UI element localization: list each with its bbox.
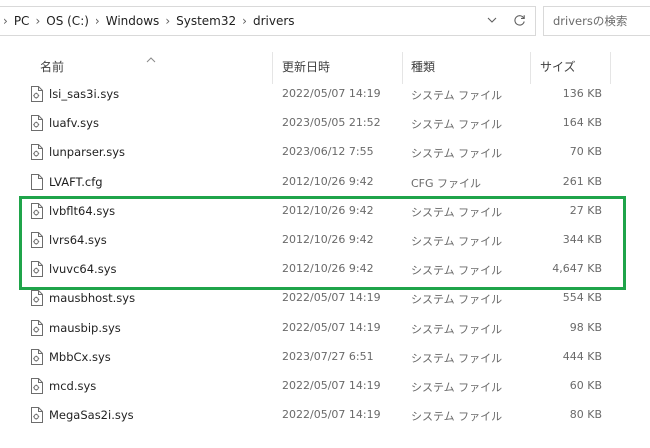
file-row[interactable]: lunparser.sys 2023/06/12 7:55 システム ファイル 70 …	[0, 138, 650, 167]
system-file-icon	[30, 232, 43, 248]
file-type: システム ファイル	[411, 351, 503, 365]
file-size: 444 KB	[562, 349, 602, 363]
file-size: 261 KB	[562, 174, 602, 188]
system-file-icon	[30, 290, 43, 307]
file-modified-date: 2022/05/07 14:19	[282, 379, 381, 392]
file-type: システム ファイル	[411, 322, 503, 336]
file-type: システム ファイル	[411, 410, 503, 424]
file-modified-date: 2023/06/12 7:55	[282, 145, 374, 159]
file-size: 60 KB	[569, 379, 602, 392]
file-name: lvbflt64.sys	[49, 203, 116, 218]
file-row[interactable]: lvrs64.sys 2012/10/26 9:42 システム ファイル 344 KB	[0, 226, 650, 255]
column-header-date[interactable]: 更新日時	[282, 58, 330, 75]
file-name: mausbip.sys	[49, 320, 121, 335]
file-name: lsi_sas3i.sys	[49, 87, 120, 101]
breadcrumb-item-system32[interactable]: System32	[176, 14, 236, 28]
file-size: 344 KB	[562, 233, 602, 246]
breadcrumb-separator-icon[interactable]: ›	[95, 14, 100, 28]
file-row[interactable]: lvuvc64.sys 2012/10/26 9:42 システム ファイル 4,647…	[0, 255, 650, 284]
file-size: 4,647 KB	[552, 262, 602, 276]
system-file-icon	[30, 261, 43, 278]
column-header-type[interactable]: 種類	[411, 58, 435, 75]
breadcrumb-item-drivers[interactable]: drivers	[253, 14, 295, 28]
file-name: LVAFT.cfg	[49, 174, 103, 189]
system-file-icon	[30, 378, 43, 394]
file-row[interactable]: mcd.sys 2022/05/07 14:19 システム ファイル 60 KB	[0, 372, 650, 401]
breadcrumb[interactable]: › PC › OS (C:) › Windows › System32 › dr…	[0, 6, 536, 36]
file-type: システム ファイル	[411, 293, 503, 307]
search-input[interactable]: driversの検索	[543, 6, 650, 36]
breadcrumb-separator-icon[interactable]: ›	[165, 14, 170, 28]
file-modified-date: 2012/10/26 9:42	[282, 262, 374, 276]
system-file-icon	[30, 86, 43, 102]
refresh-button[interactable]	[505, 6, 533, 34]
breadcrumb-item-pc[interactable]: PC	[14, 14, 30, 28]
system-file-icon	[30, 319, 43, 336]
sort-ascending-icon	[146, 48, 156, 67]
file-name: luafv.sys	[49, 116, 99, 131]
blank-file-icon	[30, 173, 43, 190]
file-type: システム ファイル	[411, 264, 503, 278]
breadcrumb-item-windows[interactable]: Windows	[106, 14, 160, 28]
file-modified-date: 2022/05/07 14:19	[282, 320, 381, 334]
file-name: lvrs64.sys	[49, 233, 107, 247]
file-modified-date: 2022/05/07 14:19	[282, 291, 381, 305]
file-modified-date: 2022/05/07 14:19	[282, 87, 381, 100]
file-modified-date: 2012/10/26 9:42	[282, 203, 374, 217]
file-row[interactable]: mausbhost.sys 2022/05/07 14:19 システム ファイル 55…	[0, 284, 650, 313]
breadcrumb-item-os-c[interactable]: OS (C:)	[46, 14, 89, 28]
file-row[interactable]: lvbflt64.sys 2012/10/26 9:42 システム ファイル 27 K…	[0, 197, 650, 226]
file-row[interactable]: MbbCx.sys 2023/07/27 6:51 システム ファイル 444 KB	[0, 343, 650, 372]
search-placeholder: driversの検索	[553, 14, 628, 28]
system-file-icon	[30, 407, 43, 424]
file-row[interactable]: mausbip.sys 2022/05/07 14:19 システム ファイル 98 K…	[0, 314, 650, 343]
column-header-name[interactable]: 名前	[40, 58, 64, 75]
file-modified-date: 2012/10/26 9:42	[282, 174, 374, 188]
file-row[interactable]: MegaSas2i.sys 2022/05/07 14:19 システム ファイル 80…	[0, 401, 650, 430]
address-history-dropdown-button[interactable]	[480, 6, 504, 34]
file-name: lunparser.sys	[49, 145, 126, 160]
file-size: 80 KB	[569, 408, 602, 422]
file-row[interactable]: lsi_sas3i.sys 2022/05/07 14:19 システム ファイル 13…	[0, 80, 650, 109]
file-size: 164 KB	[562, 116, 602, 130]
file-type: システム ファイル	[411, 205, 503, 219]
refresh-icon	[513, 14, 525, 26]
file-type: システム ファイル	[411, 118, 503, 132]
file-size: 136 KB	[562, 87, 602, 100]
file-size: 554 KB	[562, 291, 602, 305]
column-header-size[interactable]: サイズ	[540, 58, 576, 75]
file-row[interactable]: luafv.sys 2023/05/05 21:52 システム ファイル 164 KB	[0, 109, 650, 138]
file-size: 27 KB	[569, 203, 602, 217]
file-type: システム ファイル	[411, 147, 503, 161]
address-bar-row: › PC › OS (C:) › Windows › System32 › dr…	[0, 0, 650, 40]
file-name: mcd.sys	[49, 379, 97, 393]
file-modified-date: 2023/05/05 21:52	[282, 116, 381, 130]
system-file-icon	[30, 115, 43, 132]
file-type: CFG ファイル	[411, 176, 482, 190]
file-name: MegaSas2i.sys	[49, 408, 134, 423]
file-name: mausbhost.sys	[49, 291, 136, 306]
file-name: MbbCx.sys	[49, 349, 111, 364]
breadcrumb-separator-icon[interactable]: ›	[35, 14, 40, 28]
file-size: 98 KB	[569, 320, 602, 334]
file-modified-date: 2012/10/26 9:42	[282, 233, 374, 246]
file-type: システム ファイル	[411, 381, 503, 394]
chevron-down-icon	[487, 17, 497, 23]
file-type: システム ファイル	[411, 89, 503, 102]
system-file-icon	[30, 144, 43, 161]
column-header-row: 名前 更新日時 種類 サイズ	[0, 44, 650, 84]
breadcrumb-separator-icon[interactable]: ›	[242, 14, 247, 28]
breadcrumb-expand-chevron-icon[interactable]: ›	[3, 14, 8, 28]
system-file-icon	[30, 348, 43, 365]
file-modified-date: 2022/05/07 14:19	[282, 408, 381, 422]
file-size: 70 KB	[569, 145, 602, 159]
system-file-icon	[30, 202, 43, 219]
file-name: lvuvc64.sys	[49, 262, 117, 277]
file-modified-date: 2023/07/27 6:51	[282, 349, 374, 363]
file-type: システム ファイル	[411, 235, 503, 248]
file-row[interactable]: LVAFT.cfg 2012/10/26 9:42 CFG ファイル 261 KB	[0, 168, 650, 197]
